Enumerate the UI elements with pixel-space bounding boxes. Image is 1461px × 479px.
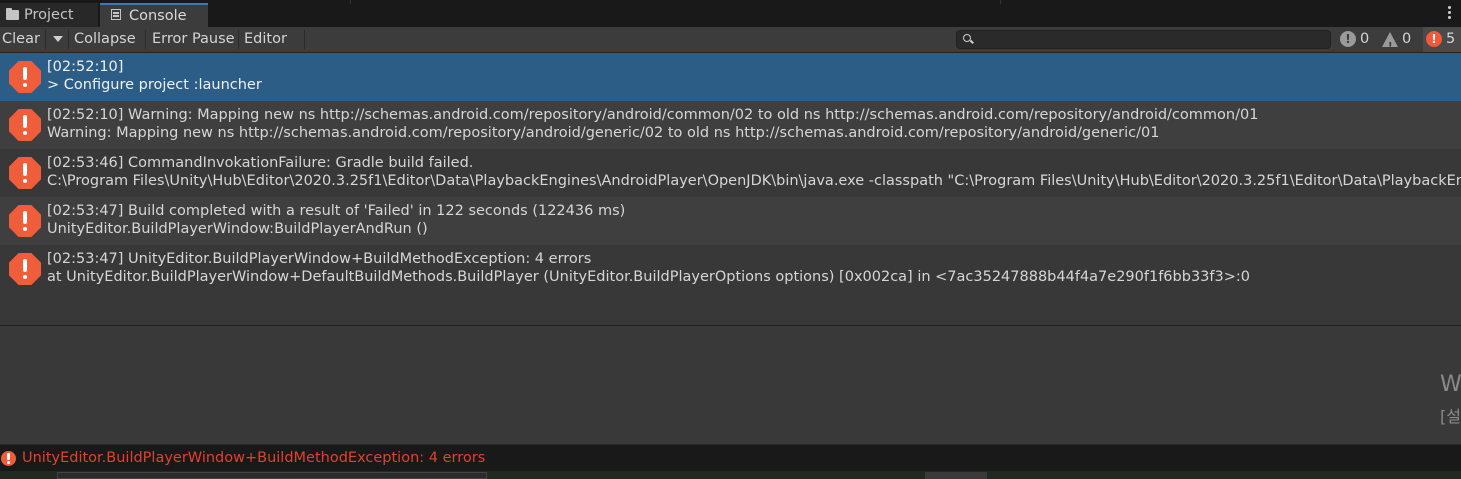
error-count: 5 (1446, 31, 1456, 47)
tab-console-label: Console (129, 8, 187, 24)
log-entry[interactable]: [02:52:10] Warning: Mapping new ns http:… (0, 101, 1461, 149)
scrollbar[interactable] (57, 472, 487, 479)
more-options-icon[interactable] (1448, 6, 1451, 21)
log-entry[interactable]: [02:53:47] Build completed with a result… (0, 197, 1461, 245)
log-entry[interactable]: [02:53:47] UnityEditor.BuildPlayerWindow… (0, 245, 1461, 293)
divider (45, 30, 46, 49)
editor-dropdown[interactable]: Editor (244, 27, 304, 67)
log-entry-line2: at UnityEditor.BuildPlayerWindow+Default… (47, 269, 1250, 285)
error-icon: ! (1426, 31, 1442, 47)
status-message: UnityEditor.BuildPlayerWindow+BuildMetho… (22, 450, 486, 466)
search-icon (963, 34, 971, 42)
console-toolbar: Clear Collapse Error Pause Editor ! 0 0 … (0, 27, 1461, 67)
log-entry-line2: Warning: Mapping new ns http://schemas.a… (47, 125, 1160, 141)
folder-icon (6, 3, 19, 28)
console-log-list[interactable]: [02:52:10] > Configure project :launcher… (0, 53, 1461, 326)
log-entry-line1: [02:52:10] Warning: Mapping new ns http:… (47, 107, 1259, 123)
info-count-toggle[interactable]: ! 0 (1340, 27, 1378, 52)
warning-count-toggle[interactable]: 0 (1382, 27, 1420, 59)
divider (145, 30, 146, 49)
error-icon (1, 451, 16, 466)
divider (925, 472, 987, 479)
divider (68, 30, 69, 49)
console-icon (111, 5, 121, 27)
info-icon: ! (1340, 31, 1356, 47)
search-input[interactable] (956, 30, 1331, 49)
error-icon (9, 109, 41, 141)
divider (1000, 0, 1001, 4)
tab-project[interactable]: Project (0, 3, 98, 27)
log-detail-pane[interactable] (0, 326, 1461, 444)
error-icon (9, 61, 41, 93)
error-icon (9, 205, 41, 237)
warning-icon (1382, 32, 1398, 59)
empty-row (0, 293, 1461, 326)
error-icon (9, 157, 41, 189)
divider (350, 0, 351, 4)
clear-button[interactable]: Clear (2, 27, 40, 52)
log-entry-line2: > Configure project :launcher (47, 77, 262, 93)
clear-options-dropdown[interactable] (48, 27, 68, 52)
log-entry-line1: [02:53:47] Build completed with a result… (47, 203, 626, 219)
log-entry[interactable]: [02:52:10] > Configure project :launcher (0, 53, 1461, 101)
error-pause-button[interactable]: Error Pause (152, 27, 235, 52)
info-count: 0 (1360, 31, 1370, 47)
log-entry-line2: C:\Program Files\Unity\Hub\Editor\2020.3… (47, 173, 1461, 189)
watermark-text: [설 (1440, 407, 1461, 426)
bottom-strip (0, 471, 1461, 479)
chevron-down-icon (53, 36, 63, 42)
log-entry[interactable]: [02:53:46] CommandInvokationFailure: Gra… (0, 149, 1461, 197)
log-entry-line2: UnityEditor.BuildPlayerWindow:BuildPlaye… (47, 221, 428, 237)
log-entry-line1: [02:53:47] UnityEditor.BuildPlayerWindow… (47, 251, 592, 267)
editor-dropdown-label: Editor (244, 31, 287, 47)
status-bar[interactable]: UnityEditor.BuildPlayerWindow+BuildMetho… (0, 445, 1461, 471)
error-count-toggle[interactable]: ! 5 (1423, 27, 1461, 52)
divider (304, 30, 305, 49)
warning-count: 0 (1402, 31, 1412, 47)
watermark-text: W (1440, 372, 1461, 397)
error-icon (9, 253, 41, 285)
collapse-button[interactable]: Collapse (74, 27, 136, 52)
tab-bar: Project Console (0, 0, 1461, 27)
tab-project-label: Project (24, 7, 74, 23)
log-entry-line1: [02:53:46] CommandInvokationFailure: Gra… (47, 155, 474, 171)
tab-console[interactable]: Console (100, 3, 208, 27)
log-entry-line1: [02:52:10] (47, 59, 124, 75)
divider (238, 30, 239, 49)
